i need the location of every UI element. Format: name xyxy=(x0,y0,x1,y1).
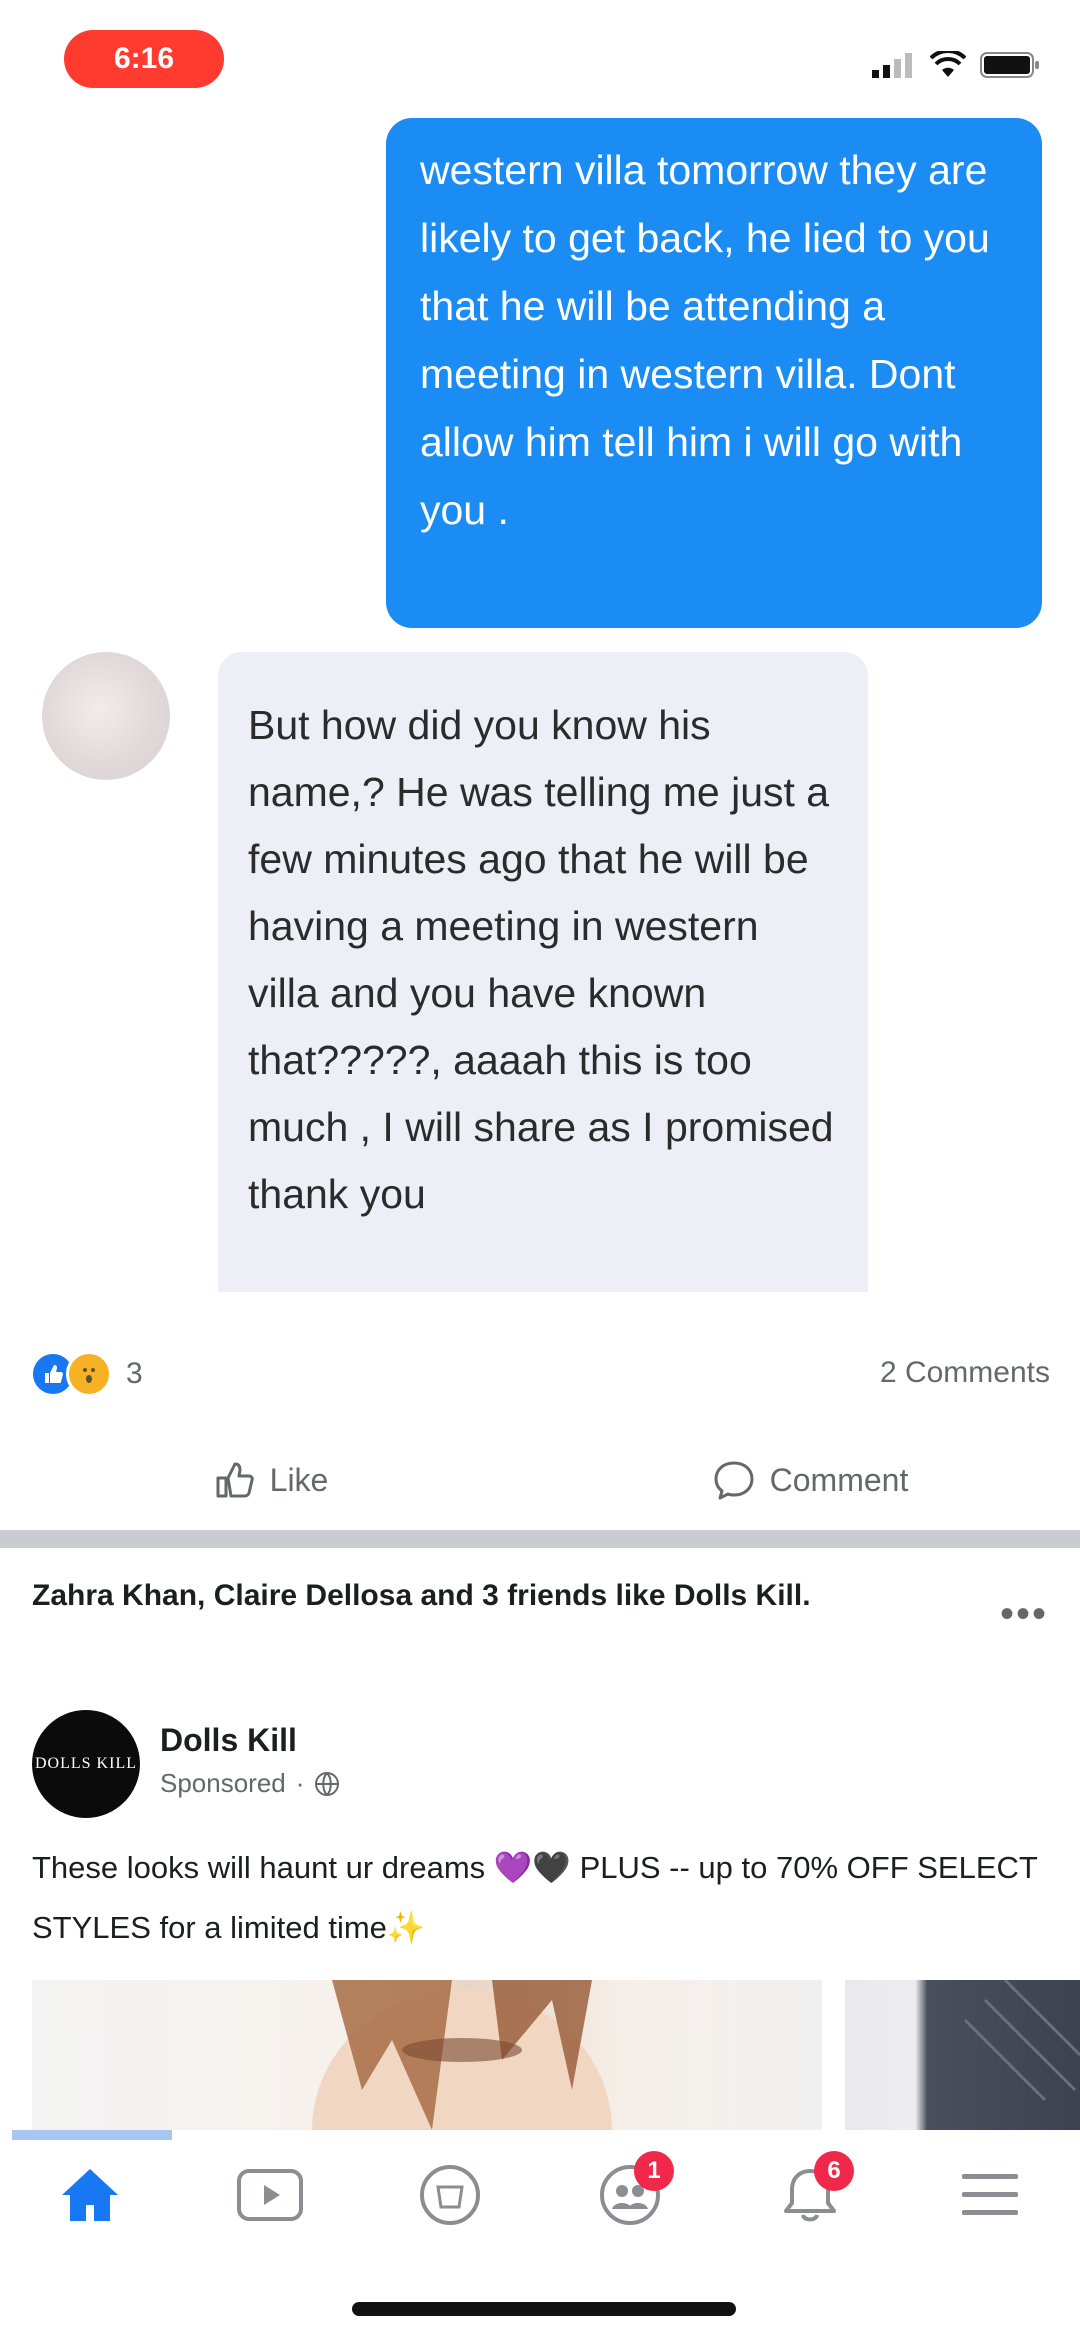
outgoing-message-text: western villa tomorrow they are likely t… xyxy=(420,147,990,533)
home-icon xyxy=(62,2169,118,2221)
tab-notifications[interactable]: 6 xyxy=(760,2145,860,2245)
chat-avatar xyxy=(42,652,170,780)
social-context: Zahra Khan, Claire Dellosa and 3 friends… xyxy=(32,1579,811,1612)
menu-icon xyxy=(962,2174,1018,2215)
reaction-count: 3 xyxy=(126,1357,143,1390)
comments-count-link[interactable]: 2 Comments xyxy=(880,1356,1050,1390)
comment-button[interactable]: Comment xyxy=(540,1440,1080,1520)
incoming-message-text: But how did you know his name,? He was t… xyxy=(248,702,834,1217)
tab-marketplace[interactable] xyxy=(400,2145,500,2245)
like-label: Like xyxy=(269,1461,329,1498)
comment-bubble-icon xyxy=(714,1461,754,1500)
sponsored-label: Sponsored xyxy=(160,1768,286,1798)
marketplace-icon xyxy=(420,2165,480,2225)
thumbs-up-icon xyxy=(216,1462,254,1498)
scroll-progress xyxy=(12,2130,172,2140)
groups-badge: 1 xyxy=(634,2151,674,2191)
comment-label: Comment xyxy=(769,1461,909,1498)
feed-divider xyxy=(0,1530,1080,1548)
signal-icon xyxy=(872,53,912,78)
more-options-button[interactable]: ••• xyxy=(1000,1592,1048,1637)
bottom-tab-bar: 1 6 xyxy=(0,2140,1080,2250)
ad-post-text: These looks will haunt ur dreams 💜🖤 PLUS… xyxy=(32,1850,1038,1945)
page-avatar[interactable]: DOLLS KILL xyxy=(32,1710,140,1818)
reactions-summary[interactable]: 3 xyxy=(30,1350,143,1398)
battery-icon xyxy=(980,52,1039,78)
home-indicator[interactable] xyxy=(352,2302,736,2316)
ad-image-2[interactable] xyxy=(845,1978,1080,2130)
status-icons xyxy=(872,50,1040,80)
ad-image-1[interactable] xyxy=(32,1980,822,2130)
globe-icon xyxy=(315,1771,340,1796)
tab-menu[interactable] xyxy=(940,2145,1040,2245)
dot-separator: · xyxy=(295,1768,305,1798)
incoming-message-bubble: But how did you know his name,? He was t… xyxy=(218,652,868,1292)
sponsored-line: Sponsored · xyxy=(160,1768,340,1799)
wow-reaction-icon xyxy=(66,1351,112,1397)
page-avatar-text: DOLLS KILL xyxy=(35,1755,137,1772)
tab-home[interactable] xyxy=(40,2145,140,2245)
tab-groups[interactable]: 1 xyxy=(580,2145,680,2245)
watch-icon xyxy=(237,2169,303,2221)
outgoing-message-bubble: western villa tomorrow they are likely t… xyxy=(386,118,1042,628)
post-actions: Like Comment xyxy=(0,1440,1080,1520)
notifications-badge: 6 xyxy=(814,2151,854,2191)
wifi-icon xyxy=(930,51,966,77)
tab-watch[interactable] xyxy=(220,2145,320,2245)
status-time: 6:16 xyxy=(64,30,224,88)
like-button[interactable]: Like xyxy=(0,1440,540,1520)
page-name[interactable]: Dolls Kill xyxy=(160,1722,297,1759)
